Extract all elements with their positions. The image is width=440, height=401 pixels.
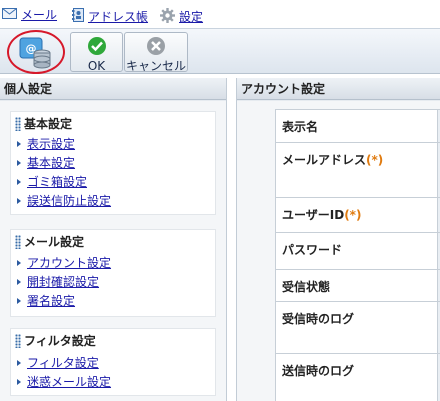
personal-settings-panel: 個人設定 基本設定 表示設定 基本設定 ゴミ箱設定 誤送信防止設定 メール設定 … — [0, 78, 227, 401]
field-label: パスワード — [282, 241, 342, 258]
arrow-right-icon — [17, 179, 21, 185]
settings-groups: 基本設定 表示設定 基本設定 ゴミ箱設定 誤送信防止設定 メール設定 アカウント… — [0, 101, 226, 401]
field-label-text: ユーザーID — [282, 208, 345, 222]
highlight-ring — [7, 30, 65, 74]
field-label-text: 受信状態 — [282, 280, 331, 294]
field-label-text: パスワード — [282, 243, 343, 257]
account-form: 表示名 メールアドレス(*) ユーザーID(*) パスワード 受信状態 受信時の… — [237, 101, 440, 401]
arrow-right-icon — [17, 360, 21, 366]
group-title: フィルタ設定 — [15, 332, 96, 349]
field-label: 受信状態 — [282, 278, 330, 295]
field-label: 表示名 — [282, 118, 318, 135]
gear-icon — [160, 8, 175, 26]
link-signature-settings[interactable]: 署名設定 — [17, 294, 75, 308]
field-label: 受信時のログ — [282, 310, 354, 327]
link-spam-settings[interactable]: 迷惑メール設定 — [17, 375, 111, 389]
nav-settings-label[interactable]: 設定 — [179, 10, 203, 24]
group-title: メール設定 — [15, 233, 84, 250]
field-label-text: 表示名 — [282, 120, 319, 134]
address-book-icon — [72, 8, 84, 25]
arrow-right-icon — [17, 141, 21, 147]
arrow-right-icon — [17, 298, 21, 304]
field-label-text: 受信時のログ — [282, 312, 355, 326]
link-label[interactable]: フィルタ設定 — [27, 356, 99, 370]
check-circle-icon — [87, 36, 107, 59]
group-filter: フィルタ設定 フィルタ設定 迷惑メール設定 — [10, 328, 216, 396]
top-nav: メール アドレス帳 設定 — [0, 0, 440, 28]
link-label[interactable]: 開封確認設定 — [27, 275, 99, 289]
field-label-text: 送信時のログ — [282, 364, 355, 378]
grip-icon — [15, 116, 21, 131]
row-receive-log: 受信時のログ — [275, 302, 440, 354]
group-title-text: フィルタ設定 — [24, 334, 96, 348]
arrow-right-icon — [17, 260, 21, 266]
group-mail: メール設定 アカウント設定 開封確認設定 署名設定 — [10, 229, 216, 317]
link-label[interactable]: ゴミ箱設定 — [27, 175, 87, 189]
arrow-right-icon — [17, 160, 21, 166]
field-label: ユーザーID(*) — [282, 206, 361, 223]
link-account-settings[interactable]: アカウント設定 — [17, 256, 111, 270]
ok-button[interactable]: OK — [70, 32, 123, 73]
link-label[interactable]: 誤送信防止設定 — [27, 194, 111, 208]
cancel-button[interactable]: キャンセル — [124, 32, 188, 73]
required-mark: (*) — [366, 153, 384, 167]
row-receive-status: 受信状態 — [275, 270, 440, 302]
nav-settings[interactable]: 設定 — [160, 8, 203, 26]
group-basic: 基本設定 表示設定 基本設定 ゴミ箱設定 誤送信防止設定 — [10, 111, 216, 215]
required-mark: (*) — [344, 208, 362, 222]
account-settings-panel: アカウント設定 表示名 メールアドレス(*) ユーザーID(*) パスワード 受… — [236, 78, 440, 401]
arrow-right-icon — [17, 198, 21, 204]
row-send-log: 送信時のログ — [275, 354, 440, 401]
arrow-right-icon — [17, 379, 21, 385]
link-label[interactable]: 署名設定 — [27, 294, 75, 308]
nav-mail-label[interactable]: メール — [21, 8, 57, 22]
grip-icon — [15, 333, 21, 348]
account-settings-header: アカウント設定 — [237, 78, 440, 100]
personal-settings-header: 個人設定 — [0, 78, 226, 100]
group-title: 基本設定 — [15, 115, 72, 132]
field-label: メールアドレス(*) — [282, 151, 383, 168]
link-read-receipt-settings[interactable]: 開封確認設定 — [17, 275, 99, 289]
arrow-right-icon — [17, 279, 21, 285]
row-email-address: メールアドレス(*) — [275, 143, 440, 198]
link-label[interactable]: 基本設定 — [27, 156, 75, 170]
link-label[interactable]: アカウント設定 — [27, 256, 111, 270]
link-display-settings[interactable]: 表示設定 — [17, 137, 75, 151]
grip-icon — [15, 234, 21, 249]
envelope-icon — [2, 8, 17, 22]
row-display-name: 表示名 — [275, 110, 440, 143]
nav-mail[interactable]: メール — [2, 8, 57, 22]
row-user-id: ユーザーID(*) — [275, 198, 440, 233]
field-label-text: メールアドレス — [282, 153, 367, 167]
toolbar: @ OK キャンセル — [0, 28, 440, 74]
ok-label: OK — [87, 59, 106, 73]
field-label: 送信時のログ — [282, 362, 354, 379]
link-label[interactable]: 表示設定 — [27, 137, 75, 151]
group-title-text: 基本設定 — [24, 117, 73, 131]
row-password: パスワード — [275, 233, 440, 270]
account-form-table: 表示名 メールアドレス(*) ユーザーID(*) パスワード 受信状態 受信時の… — [275, 109, 440, 401]
link-trash-settings[interactable]: ゴミ箱設定 — [17, 175, 87, 189]
x-circle-icon — [146, 36, 166, 59]
cancel-label: キャンセル — [125, 59, 186, 73]
link-basic-settings[interactable]: 基本設定 — [17, 156, 75, 170]
nav-address-book-label[interactable]: アドレス帳 — [88, 10, 148, 24]
group-title-text: メール設定 — [24, 235, 85, 249]
nav-address-book[interactable]: アドレス帳 — [72, 8, 148, 25]
link-misdelivery-settings[interactable]: 誤送信防止設定 — [17, 194, 111, 208]
link-label[interactable]: 迷惑メール設定 — [27, 375, 111, 389]
link-filter-settings[interactable]: フィルタ設定 — [17, 356, 99, 370]
